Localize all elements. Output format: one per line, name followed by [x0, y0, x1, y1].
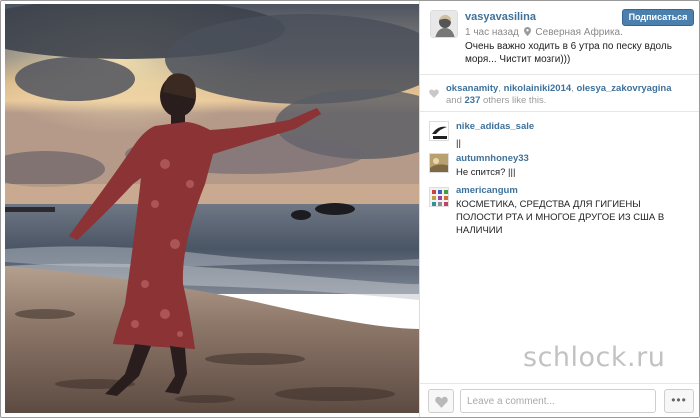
post-location[interactable]: Северная Африка. [535, 27, 622, 38]
post-photo[interactable] [5, 4, 419, 413]
comment-text: Не спится? ||| [456, 167, 516, 178]
comment-text: || [456, 138, 461, 149]
post-caption: Очень важно ходить в 6 утра по песку вдо… [465, 41, 672, 65]
post-time[interactable]: 1 час назад [465, 27, 519, 38]
follow-button[interactable]: Подписаться [622, 9, 694, 26]
post-username[interactable]: vasyavasilina [465, 11, 536, 23]
avatar[interactable] [430, 10, 458, 38]
liker-link[interactable]: nikolainiki2014 [504, 83, 572, 94]
comment-avatar[interactable] [429, 187, 449, 207]
post-header: vasyavasilina Подписаться 1 час назад Се… [420, 1, 699, 75]
heart-icon [435, 396, 448, 408]
liker-link[interactable]: olesya_zakovryagina [576, 83, 671, 94]
others-count[interactable]: 237 [465, 95, 481, 106]
beach-photo-image [5, 4, 419, 413]
comment-username[interactable]: autumnhoney33 [456, 153, 529, 164]
more-options-button[interactable]: ••• [664, 389, 694, 413]
location-pin-icon [523, 27, 534, 38]
likes-section: oksanamity, nikolainiki2014, olesya_zako… [420, 76, 699, 112]
comment-avatar[interactable] [429, 153, 449, 173]
comment-bar: ••• [420, 383, 699, 417]
comment-username[interactable]: americangum [456, 185, 518, 196]
post-meta: 1 час назад Северная Африка. [465, 27, 623, 38]
likers-text: oksanamity, nikolainiki2014, olesya_zako… [446, 83, 672, 106]
heart-icon [429, 85, 439, 98]
comment-text: КОСМЕТИКА, СРЕДСТВА ДЛЯ ГИГИЕНЫ ПОЛОСТИ … [456, 199, 665, 236]
comment-avatar[interactable] [429, 121, 449, 141]
comment-input[interactable] [460, 389, 656, 413]
ellipsis-icon: ••• [671, 393, 687, 407]
comment-username[interactable]: nike_adidas_sale [456, 121, 534, 132]
liker-link[interactable]: oksanamity [446, 83, 498, 94]
watermark: schlock.ru [523, 342, 666, 373]
like-button[interactable] [428, 389, 454, 413]
instagram-post-window: vasyavasilina Подписаться 1 час назад Се… [0, 0, 700, 418]
